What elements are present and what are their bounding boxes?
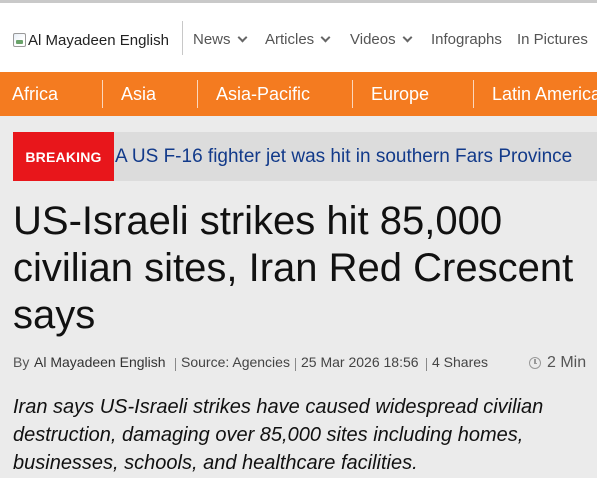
chevron-down-icon xyxy=(237,32,247,43)
region-item-asia-pacific[interactable]: Asia-Pacific xyxy=(216,72,310,116)
region-divider xyxy=(102,80,103,108)
region-bar: Africa Asia Asia-Pacific Europe Latin Am… xyxy=(0,72,597,116)
source-label: Source: Agencies xyxy=(181,354,290,370)
logo-alt-text: Al Mayadeen English xyxy=(28,31,169,49)
meta-divider xyxy=(426,358,427,371)
meta-divider xyxy=(175,358,176,371)
article-meta: By Al Mayadeen English Source: Agencies … xyxy=(13,354,597,374)
publish-date: 25 Mar 2026 18:56 xyxy=(301,354,419,370)
clock-icon xyxy=(529,357,541,369)
header-divider xyxy=(182,21,183,55)
author-link[interactable]: Al Mayadeen English xyxy=(34,354,166,370)
breaking-news-ticker: BREAKING A US F-16 fighter jet was hit i… xyxy=(13,132,597,181)
region-item-europe[interactable]: Europe xyxy=(371,72,429,116)
nav-item-label: News xyxy=(193,31,231,48)
read-time: 2 Min xyxy=(529,352,586,374)
nav-item-in-pictures[interactable]: In Pictures xyxy=(517,31,588,48)
article-summary: Iran says US-Israeli strikes have caused… xyxy=(13,396,544,474)
nav-item-articles[interactable]: Articles xyxy=(265,31,331,48)
region-item-asia[interactable]: Asia xyxy=(121,72,156,116)
region-divider xyxy=(473,80,474,108)
region-divider xyxy=(352,80,353,108)
breaking-badge: BREAKING xyxy=(13,132,114,181)
region-divider xyxy=(197,80,198,108)
nav-item-label: In Pictures xyxy=(517,31,588,48)
site-logo[interactable]: Al Mayadeen English xyxy=(13,29,169,51)
broken-image-icon xyxy=(13,33,26,47)
nav-item-news[interactable]: News xyxy=(193,31,247,48)
read-time-label: 2 Min xyxy=(547,354,587,371)
share-count: 4 Shares xyxy=(432,354,489,370)
nav-item-label: Videos xyxy=(350,31,396,48)
chevron-down-icon xyxy=(402,32,413,43)
nav-item-infographs[interactable]: Infographs xyxy=(431,31,502,48)
breaking-news-link[interactable]: A US F-16 fighter jet was hit in souther… xyxy=(114,132,572,181)
nav-item-label: Articles xyxy=(265,31,315,48)
nav-item-label: Infographs xyxy=(431,31,502,48)
article-headline: US-Israeli strikes hit 85,000 civilian s… xyxy=(13,199,574,337)
site-header: Al Mayadeen English News Articles Videos… xyxy=(0,3,597,72)
region-item-africa[interactable]: Africa xyxy=(12,72,58,116)
nav-item-videos[interactable]: Videos xyxy=(350,31,413,48)
byline-prefix: By xyxy=(13,354,30,370)
region-item-latin-america[interactable]: Latin America xyxy=(492,72,597,116)
meta-divider xyxy=(295,358,296,371)
chevron-down-icon xyxy=(320,32,331,43)
